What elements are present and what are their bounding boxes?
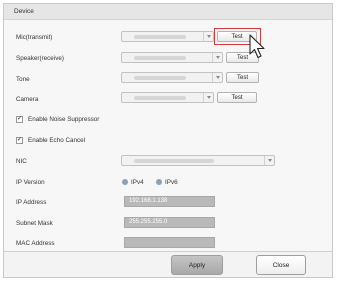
close-button[interactable]: Close xyxy=(256,255,306,275)
noise-suppressor-checkbox[interactable]: ✓ xyxy=(16,116,23,123)
dialog-footer: Apply Close xyxy=(4,251,332,277)
ipv4-radio[interactable] xyxy=(122,179,128,185)
chevron-down-icon xyxy=(212,53,222,62)
device-settings-dialog: Device Mic(transmit) Test Speaker(receiv… xyxy=(3,3,333,278)
nic-select-value xyxy=(134,159,214,163)
mic-select-value xyxy=(134,35,186,39)
speaker-label: Speaker(receive) xyxy=(16,55,64,62)
speaker-select-value xyxy=(134,56,186,60)
nic-select[interactable] xyxy=(121,155,275,166)
mic-label: Mic(transmit) xyxy=(16,34,53,41)
subnet-mask-field[interactable]: 255.255.255.0 xyxy=(124,217,215,228)
mac-address-label: MAC Address xyxy=(16,240,55,247)
echo-cancel-checkbox[interactable]: ✓ xyxy=(16,137,23,144)
nic-label: NIC xyxy=(16,158,27,165)
mac-address-field[interactable] xyxy=(124,237,215,248)
apply-button[interactable]: Apply xyxy=(171,255,223,275)
section-title: Device xyxy=(14,8,34,15)
camera-label: Camera xyxy=(16,96,39,103)
mouse-pointer-icon xyxy=(249,34,265,59)
tone-label: Tone xyxy=(16,76,30,83)
tone-test-button[interactable]: Test xyxy=(226,72,259,83)
camera-select[interactable] xyxy=(121,92,214,103)
ipv6-label: IPv6 xyxy=(165,179,178,186)
ipv6-radio[interactable] xyxy=(156,179,162,185)
ip-address-field[interactable]: 192.168.1.138 xyxy=(124,196,215,207)
echo-cancel-label: Enable Echo Cancel xyxy=(28,137,86,144)
subnet-mask-label: Subnet Mask xyxy=(16,220,53,227)
section-header: Device xyxy=(4,4,332,20)
ipv4-label: IPv4 xyxy=(131,179,144,186)
tone-select-value xyxy=(134,76,186,80)
noise-suppressor-label: Enable Noise Suppressor xyxy=(28,116,100,123)
speaker-select[interactable] xyxy=(121,52,223,63)
camera-select-value xyxy=(134,96,186,100)
chevron-down-icon xyxy=(264,156,274,165)
tone-select[interactable] xyxy=(121,72,223,83)
chevron-down-icon xyxy=(212,73,222,82)
ip-version-label: IP Version xyxy=(16,179,45,186)
camera-test-button[interactable]: Test xyxy=(217,92,257,103)
mic-select[interactable] xyxy=(121,31,214,42)
chevron-down-icon xyxy=(203,32,213,41)
chevron-down-icon xyxy=(203,93,213,102)
ip-address-label: IP Address xyxy=(16,199,47,206)
